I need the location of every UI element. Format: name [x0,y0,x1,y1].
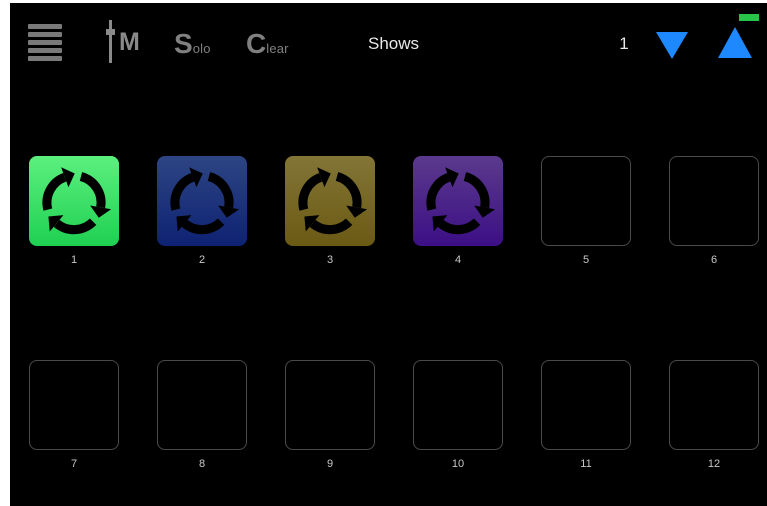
section-title: Shows [368,34,420,53]
page-up-button[interactable] [717,26,753,60]
pad-button-12[interactable] [669,360,759,450]
status-indicator [739,14,759,21]
pad-button-8[interactable] [157,360,247,450]
pad-button-1[interactable] [29,156,119,246]
pad-cell: 5 [541,156,633,268]
clear-button[interactable]: Clear [246,30,289,58]
cycle-arrows-icon [426,167,496,235]
pad-label: 12 [707,458,721,470]
pad-cell: 4 [413,156,505,268]
menu-button[interactable] [28,24,64,62]
mute-button[interactable]: M [104,20,150,66]
pad-button-3[interactable] [285,156,375,246]
pad-button-2[interactable] [157,156,247,246]
cycle-arrows-icon [42,167,112,235]
pad-label: 9 [326,458,334,470]
cycle-arrows-icon [170,167,240,235]
pad-label: 1 [70,254,78,266]
triangle-up-icon [718,27,752,58]
pad-button-9[interactable] [285,360,375,450]
app-screen: M Solo Clear Shows 1 1 2 3 4 5 6 7 8 9 10 11 12 [10,3,767,506]
pad-label: 3 [326,254,334,266]
pad-cell: 9 [285,360,377,472]
pad-cell: 6 [669,156,761,268]
mute-label: M [119,28,140,56]
pad-label: 6 [710,254,718,266]
clear-label-rest: lear [266,41,289,56]
pad-label: 2 [198,254,206,266]
page-down-button[interactable] [655,30,689,60]
pad-label: 10 [451,458,465,470]
cycle-arrows-icon [298,167,368,235]
pad-cell: 3 [285,156,377,268]
pad-cell: 11 [541,360,633,472]
pad-button-7[interactable] [29,360,119,450]
pad-cell: 1 [29,156,121,268]
pad-cell: 8 [157,360,249,472]
pad-cell: 7 [29,360,121,472]
pad-label: 5 [582,254,590,266]
page-number: 1 [619,34,629,53]
solo-label-rest: olo [192,41,211,56]
solo-button[interactable]: Solo [174,30,211,58]
clear-label-initial: C [246,28,267,59]
pad-label: 8 [198,458,206,470]
pad-label: 7 [70,458,78,470]
pad-cell: 10 [413,360,505,472]
pad-button-4[interactable] [413,156,503,246]
triangle-down-icon [656,32,688,59]
solo-label-initial: S [174,28,193,59]
pad-button-11[interactable] [541,360,631,450]
pad-button-5[interactable] [541,156,631,246]
pad-button-10[interactable] [413,360,503,450]
pad-cell: 2 [157,156,249,268]
pad-label: 4 [454,254,462,266]
pad-button-6[interactable] [669,156,759,246]
pad-label: 11 [580,458,592,470]
pad-cell: 12 [669,360,761,472]
